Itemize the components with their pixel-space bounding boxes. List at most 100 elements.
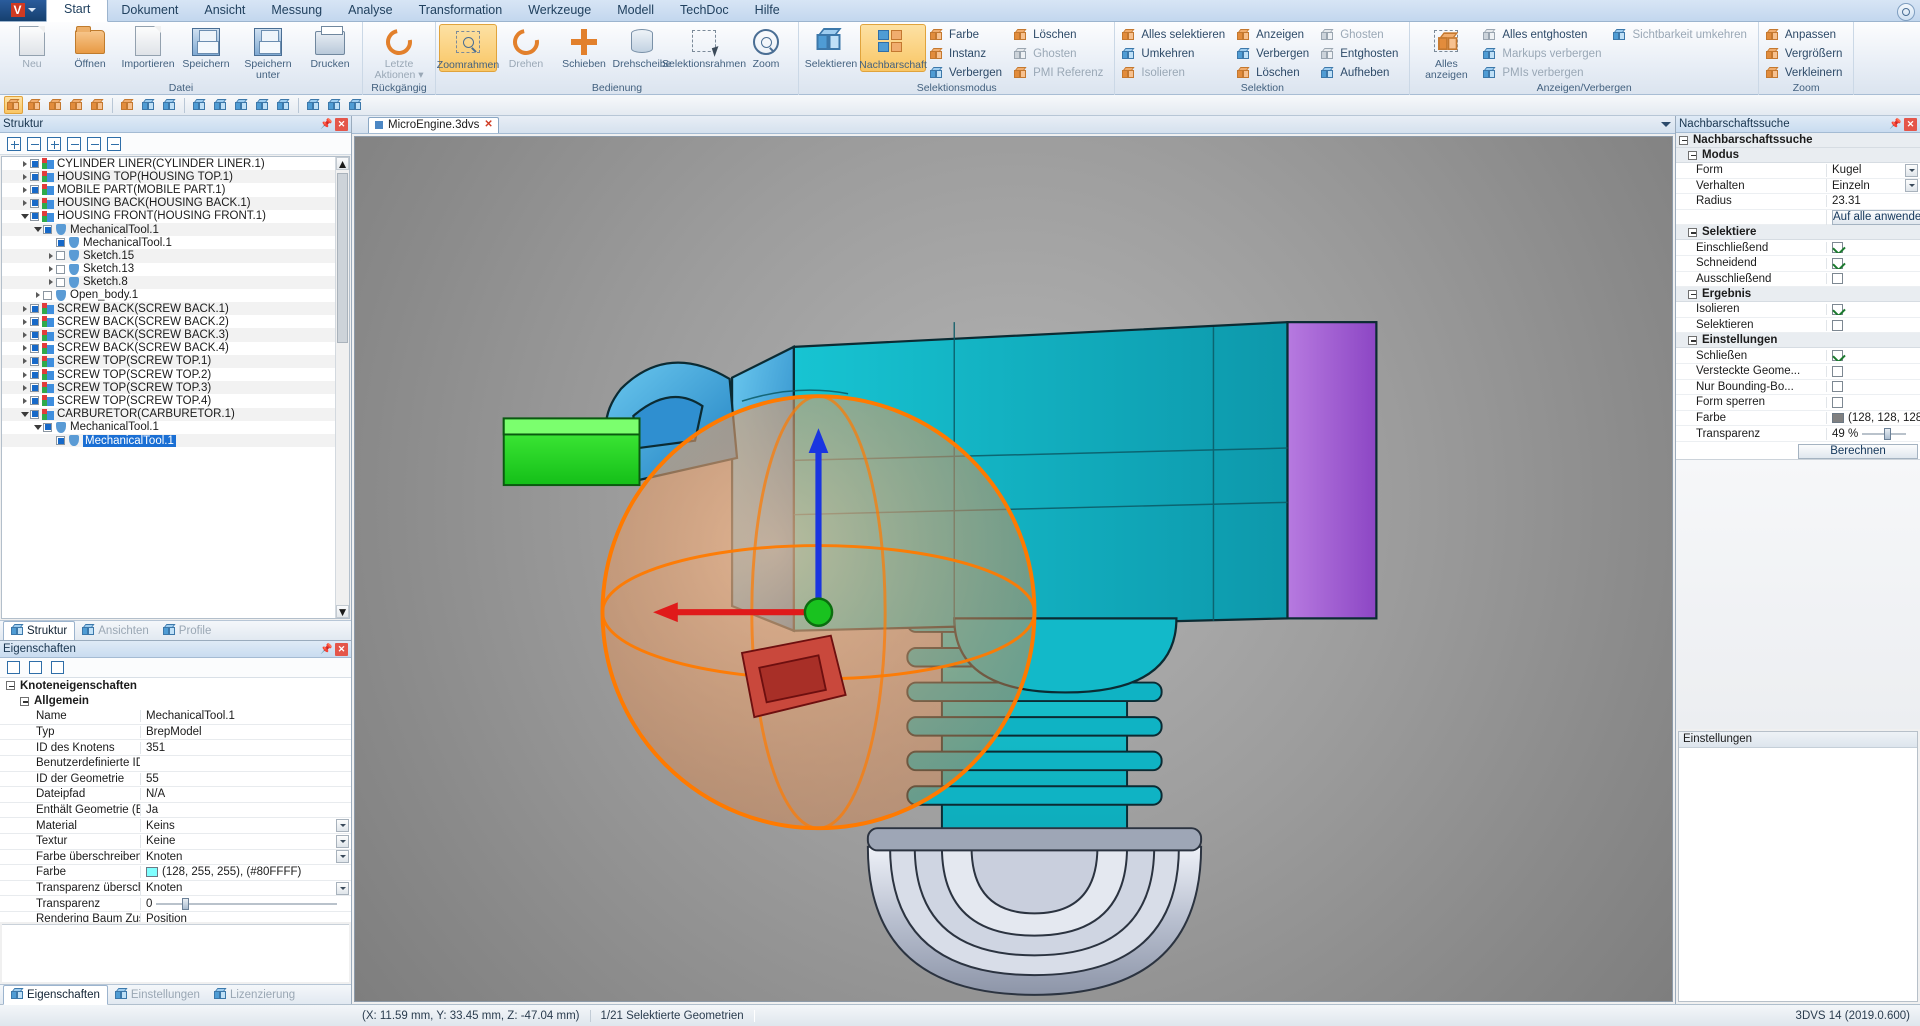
copy-icon[interactable] <box>7 661 20 674</box>
option-checkbox[interactable] <box>1832 303 1843 315</box>
tab-start[interactable]: Start <box>46 0 109 22</box>
chevron-down-icon[interactable] <box>32 227 43 233</box>
chevron-right-icon[interactable] <box>45 266 56 273</box>
ribbon-button-alles-selektieren[interactable]: Alles selektieren <box>1120 26 1229 44</box>
visibility-checkbox[interactable] <box>30 198 39 208</box>
select-quick[interactable] <box>118 96 137 114</box>
chevron-right-icon[interactable] <box>19 186 30 193</box>
chevron-right-icon[interactable] <box>19 345 30 352</box>
tree-item[interactable]: MechanicalTool.1 <box>2 421 335 434</box>
ribbon-button-l-schen[interactable]: Löschen <box>1012 26 1107 44</box>
neighbourhood-options[interactable]: Modus Form Kugel Verhalten Einzeln Radius 23.3… <box>1676 148 1920 442</box>
property-value[interactable]: 55 <box>140 772 351 785</box>
visibility-checkbox[interactable] <box>30 185 39 195</box>
collapse-icon[interactable] <box>1688 335 1697 345</box>
option-value[interactable] <box>1826 273 1920 285</box>
visibility-checkbox[interactable] <box>30 172 39 182</box>
tree-item[interactable]: MechanicalTool.1 <box>2 433 335 448</box>
properties-table[interactable]: Knoteneigenschaften Allgemein Name Mechanic… <box>0 678 351 922</box>
chevron-down-icon[interactable] <box>336 881 349 895</box>
chevron-right-icon[interactable] <box>45 252 56 259</box>
chevron-right-icon[interactable] <box>19 305 30 312</box>
pin-icon[interactable]: 📌 <box>320 118 333 131</box>
tree-scrollbar[interactable]: ▲ ▼ <box>335 157 349 618</box>
collapse-icon[interactable] <box>20 696 29 706</box>
option-value[interactable] <box>1826 257 1920 269</box>
ribbon-button-alles-entghosten[interactable]: Alles entghosten <box>1481 26 1605 44</box>
option-checkbox[interactable] <box>1832 257 1843 269</box>
ribbon-button-ghosten[interactable]: Ghosten <box>1319 26 1402 44</box>
tree-item[interactable]: SCREW TOP(SCREW TOP.2) <box>2 368 335 381</box>
collapse-icon[interactable] <box>1688 150 1697 160</box>
close-icon[interactable]: ✕ <box>335 642 348 656</box>
ribbon-button-verkleinern[interactable]: Verkleinern <box>1764 64 1847 82</box>
collapse-icon[interactable] <box>1688 289 1697 299</box>
property-value[interactable]: Keine <box>140 834 351 848</box>
option-checkbox[interactable] <box>1832 396 1843 408</box>
ribbon-button-entghosten[interactable]: Entghosten <box>1319 45 1402 63</box>
visibility-checkbox[interactable] <box>30 304 39 314</box>
chevron-down-icon[interactable] <box>19 213 30 219</box>
visibility-checkbox[interactable] <box>30 159 39 169</box>
chevron-down-icon[interactable] <box>19 411 30 417</box>
tree-item[interactable]: Sketch.13 <box>2 263 335 276</box>
tree-item[interactable]: SCREW BACK(SCREW BACK.4) <box>2 342 335 355</box>
invert-quick[interactable] <box>274 96 293 114</box>
scroll-down-icon[interactable]: ▼ <box>336 605 349 618</box>
chevron-down-icon[interactable] <box>27 8 36 12</box>
close-icon[interactable]: ✕ <box>1904 117 1917 131</box>
collapse-all-icon[interactable] <box>27 136 41 151</box>
ribbon-button-verbergen[interactable]: Verbergen <box>1235 45 1313 63</box>
chevron-down-icon[interactable] <box>32 424 43 430</box>
chevron-right-icon[interactable] <box>45 279 56 286</box>
expand-all-icon[interactable] <box>7 136 21 151</box>
option-value[interactable]: Kugel <box>1826 163 1920 177</box>
ribbon-button-instanz[interactable]: Instanz <box>928 45 1006 63</box>
ribbon-button-vergr-ern[interactable]: Vergrößern <box>1764 45 1847 63</box>
pin-icon[interactable]: 📌 <box>320 643 333 656</box>
hide-quick[interactable] <box>232 96 251 114</box>
tab-messung[interactable]: Messung <box>258 0 335 21</box>
ribbon-button-selektionsrahmen[interactable]: Selektionsrahmen <box>662 24 746 70</box>
tree-item[interactable]: CYLINDER LINER(CYLINDER LINER.1) <box>2 157 335 170</box>
tab-analyse[interactable]: Analyse <box>335 0 405 21</box>
visibility-checkbox[interactable] <box>30 370 39 380</box>
visibility-checkbox[interactable] <box>30 396 39 406</box>
ribbon-button-anzeigen[interactable]: Anzeigen <box>1235 26 1313 44</box>
zoom-frame-quick[interactable] <box>4 96 23 114</box>
tab-techdoc[interactable]: TechDoc <box>667 0 742 21</box>
scroll-thumb[interactable] <box>337 173 348 343</box>
tree-item[interactable]: SCREW BACK(SCREW BACK.3) <box>2 328 335 342</box>
visibility-checkbox[interactable] <box>43 422 52 432</box>
ribbon-button-isolieren[interactable]: Isolieren <box>1120 64 1229 82</box>
ghost-quick[interactable] <box>160 96 179 114</box>
ribbon-button-zoom[interactable]: Zoom <box>737 24 795 70</box>
filter-icon[interactable] <box>51 661 64 674</box>
show-all-quick[interactable] <box>190 96 209 114</box>
visibility-checkbox[interactable] <box>30 409 39 419</box>
markup-quick[interactable] <box>325 96 344 114</box>
option-checkbox[interactable] <box>1832 273 1843 285</box>
option-value[interactable]: 49 % <box>1826 427 1920 440</box>
ribbon-button-drehen[interactable]: Drehen <box>497 23 555 70</box>
option-checkbox[interactable] <box>1832 365 1843 377</box>
tree-item[interactable]: SCREW TOP(SCREW TOP.1) <box>2 354 335 368</box>
chevron-right-icon[interactable] <box>19 397 30 404</box>
panel-tab-profile[interactable]: Profile <box>156 622 219 640</box>
property-value[interactable]: 0 <box>140 897 351 910</box>
scroll-up-icon[interactable]: ▲ <box>336 157 349 171</box>
visibility-checkbox[interactable] <box>30 330 39 340</box>
tab-dokument[interactable]: Dokument <box>108 0 191 21</box>
app-logo[interactable]: V <box>0 0 46 21</box>
ribbon-button-speichern-unter[interactable]: Speichern unter <box>235 24 301 81</box>
option-checkbox[interactable] <box>1832 242 1843 254</box>
visibility-checkbox[interactable] <box>43 290 52 300</box>
option-value[interactable] <box>1826 319 1920 331</box>
3d-viewport[interactable] <box>354 136 1673 1002</box>
ribbon-button-markups-verbergen[interactable]: Markups verbergen <box>1481 45 1605 63</box>
visibility-checkbox[interactable] <box>30 211 39 221</box>
ribbon-button-aufheben[interactable]: Aufheben <box>1319 64 1402 82</box>
option-checkbox[interactable] <box>1832 350 1843 362</box>
ribbon-button-schieben[interactable]: Schieben <box>555 24 613 70</box>
tab-modell[interactable]: Modell <box>604 0 667 21</box>
